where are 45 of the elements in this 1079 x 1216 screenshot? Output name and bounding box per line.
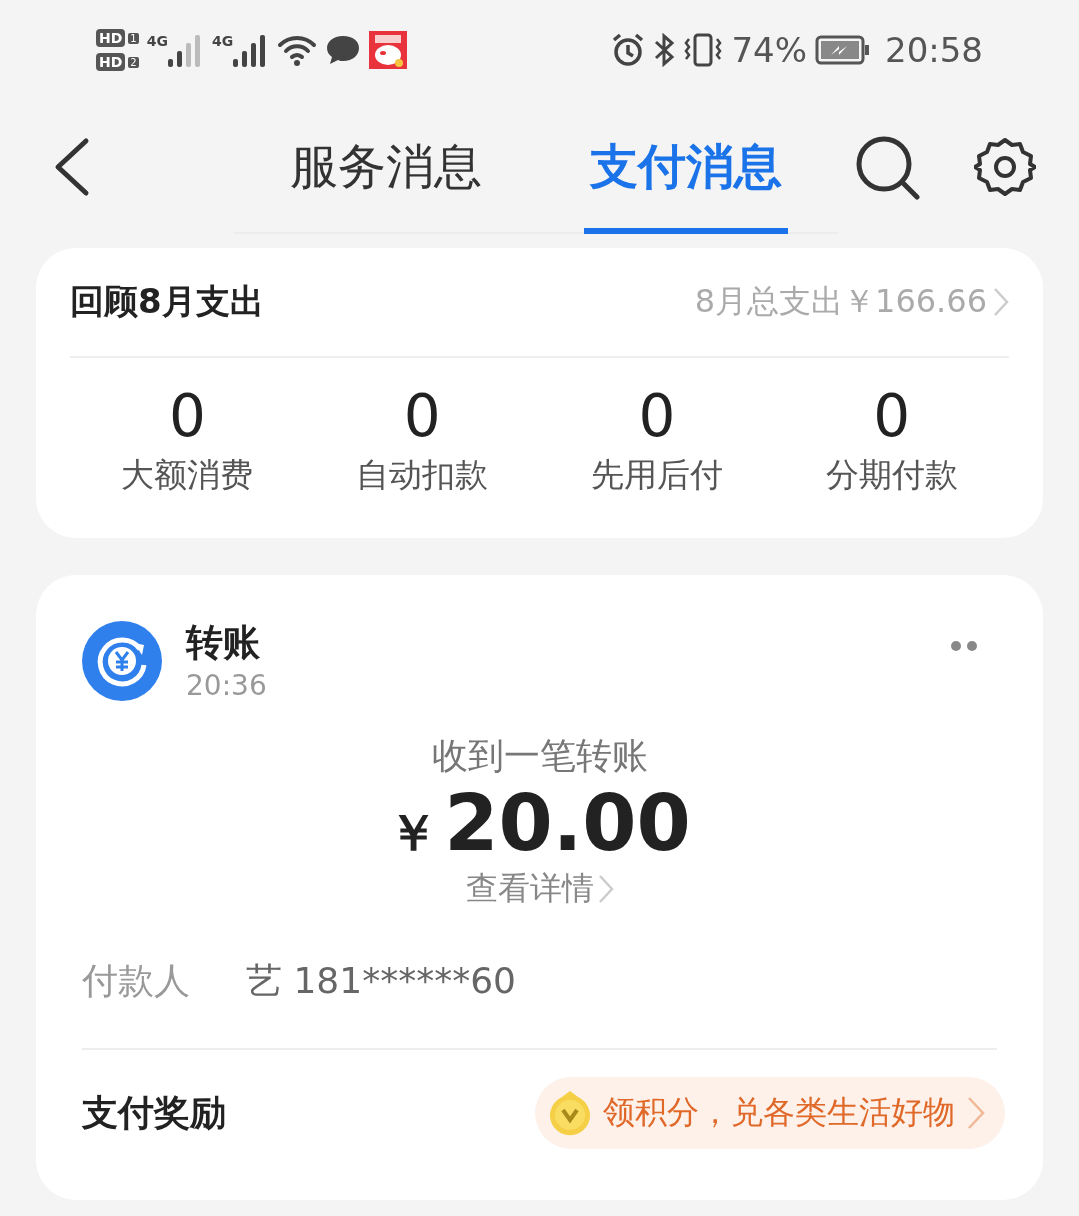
transfer-icon <box>82 621 162 701</box>
more-icon[interactable] <box>951 641 977 651</box>
sim-slot-label: 2 <box>128 56 139 68</box>
section-title: 回顾8月支出 <box>70 280 264 323</box>
stat-value: 0 <box>873 386 911 447</box>
message-headline: 收到一笔转账 <box>431 734 648 779</box>
stat-label: 大额消费 <box>121 453 254 496</box>
chevron-right-icon <box>597 874 614 905</box>
stat-value: 0 <box>403 386 441 447</box>
reward-offer-button[interactable]: 领积分，兑各类生活好物 <box>535 1077 1005 1150</box>
stat-label: 自动扣款 <box>356 453 489 496</box>
app-icon <box>369 31 408 69</box>
amount: 20.00 <box>444 781 691 868</box>
alarm-icon <box>611 33 646 67</box>
chevron-right-icon <box>993 287 1009 317</box>
stat-value: 0 <box>638 386 676 447</box>
settings-icon[interactable] <box>974 136 1036 198</box>
field-value: 艺 181******60 <box>246 959 516 1004</box>
sim-slot-label: 1 <box>128 32 139 44</box>
total-spending-link[interactable]: 8月总支出￥166.66 <box>694 280 1009 324</box>
hd-badge: HD <box>96 29 126 47</box>
currency-symbol: ￥ <box>388 806 439 862</box>
stat-value: 0 <box>168 386 206 447</box>
stat-label: 分期付款 <box>825 453 958 496</box>
wifi-icon <box>277 33 318 67</box>
clock-time: 20:58 <box>885 30 983 70</box>
view-details-link[interactable]: 查看详情 <box>465 867 614 912</box>
search-icon[interactable] <box>854 134 920 200</box>
message-title: 转账 <box>186 621 261 666</box>
battery-percent: 74% <box>731 30 807 70</box>
vibrate-icon <box>683 33 724 67</box>
tab[interactable]: 支付消息 <box>584 100 788 234</box>
bluetooth-icon <box>653 33 676 67</box>
hd-badge: HD <box>96 53 126 71</box>
coin-icon <box>549 1090 591 1137</box>
message-time: 20:36 <box>186 669 268 703</box>
chat-bubble-icon <box>325 34 362 66</box>
network-label: 4G <box>211 33 234 49</box>
chevron-right-icon <box>967 1096 985 1131</box>
tab[interactable]: 服务消息 <box>284 100 488 234</box>
network-label: 4G <box>146 33 168 49</box>
stat-label: 先用后付 <box>590 453 723 496</box>
battery-charging-icon <box>815 35 871 65</box>
field-label: 付款人 <box>82 959 190 1004</box>
reward-label: 支付奖励 <box>82 1090 226 1135</box>
